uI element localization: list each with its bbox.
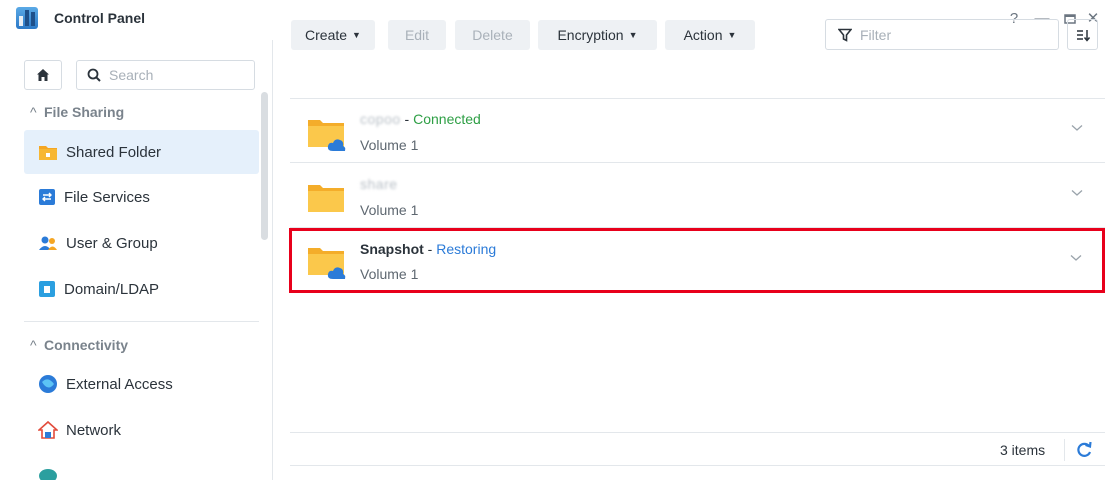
filter-input[interactable]: Filter [825,19,1059,50]
filter-icon [838,28,852,42]
network-icon [38,420,58,439]
folder-icon [308,185,344,212]
footer-separator [1064,439,1065,461]
section-label: Connectivity [44,337,129,353]
sidebar: Search ^ File Sharing Shared Folder File… [0,40,273,480]
folder-volume: Volume 1 [360,266,419,282]
chevron-up-icon: ^ [30,104,37,120]
sidebar-scrollbar[interactable] [261,92,268,240]
file-services-icon [39,189,55,205]
folder-volume: Volume 1 [360,202,419,218]
action-button[interactable]: Action ▼ [665,20,755,50]
folder-volume: Volume 1 [360,137,419,153]
sort-icon [1076,29,1090,42]
delete-button[interactable]: Delete [455,20,530,50]
sidebar-item-external-access[interactable]: External Access [24,362,259,406]
shared-folder-row[interactable]: share Volume 1 [290,164,1105,228]
search-icon [87,68,101,82]
chevron-down-icon[interactable] [1070,251,1082,265]
section-label: File Sharing [44,104,125,120]
create-button[interactable]: Create ▼ [291,20,375,50]
sort-button[interactable] [1067,19,1098,50]
filter-placeholder: Filter [860,26,892,43]
shared-folder-row-selected[interactable]: Snapshot - Restoring Volume 1 [289,228,1105,293]
encryption-button[interactable]: Encryption ▼ [538,20,657,50]
partially-hidden-icon [39,469,57,480]
chevron-up-icon: ^ [30,337,37,353]
user-group-icon [39,236,57,250]
shared-folder-row[interactable]: copoo - Connected Volume 1 [290,99,1105,163]
home-button[interactable] [24,60,62,90]
window-title: Control Panel [54,10,146,26]
section-connectivity[interactable]: ^ Connectivity [30,337,129,353]
caret-down-icon: ▼ [727,30,737,40]
cloud-folder-icon [308,120,346,151]
control-panel-icon [16,7,38,29]
items-count: 3 items [1000,442,1046,458]
home-icon [37,69,49,81]
sidebar-item-user-group[interactable]: User & Group [24,221,259,265]
caret-down-icon: ▼ [352,30,361,40]
domain-ldap-icon [39,281,55,297]
footer-divider [290,432,1105,433]
sidebar-item-file-services[interactable]: File Services [24,175,259,219]
search-input[interactable]: Search [76,60,255,90]
refresh-button[interactable] [1074,439,1094,461]
caret-down-icon: ▼ [628,30,638,40]
folder-name-line: Snapshot - Restoring [360,241,497,257]
folder-name-line: share [360,176,398,192]
edit-button[interactable]: Edit [388,20,446,50]
chevron-down-icon[interactable] [1071,186,1083,200]
shared-folder-icon [39,146,57,160]
cloud-folder-icon [308,248,346,279]
sidebar-item-partial[interactable] [24,454,259,480]
folder-name-line: copoo - Connected [360,111,481,127]
folder-status: Restoring [436,241,497,257]
section-file-sharing[interactable]: ^ File Sharing [30,104,125,120]
refresh-icon [1077,441,1092,457]
folder-name: share [360,176,398,192]
footer-bottom-divider [290,465,1105,466]
folder-status: Connected [413,111,481,127]
sidebar-divider [24,321,259,322]
external-access-icon [39,375,57,393]
chevron-down-icon[interactable] [1071,121,1083,135]
sidebar-item-shared-folder[interactable]: Shared Folder [24,130,259,174]
sidebar-item-domain-ldap[interactable]: Domain/LDAP [24,267,259,311]
folder-name: Snapshot [360,241,424,257]
sidebar-item-network[interactable]: Network [24,408,259,452]
search-placeholder: Search [109,67,154,83]
folder-name: copoo [360,111,401,127]
